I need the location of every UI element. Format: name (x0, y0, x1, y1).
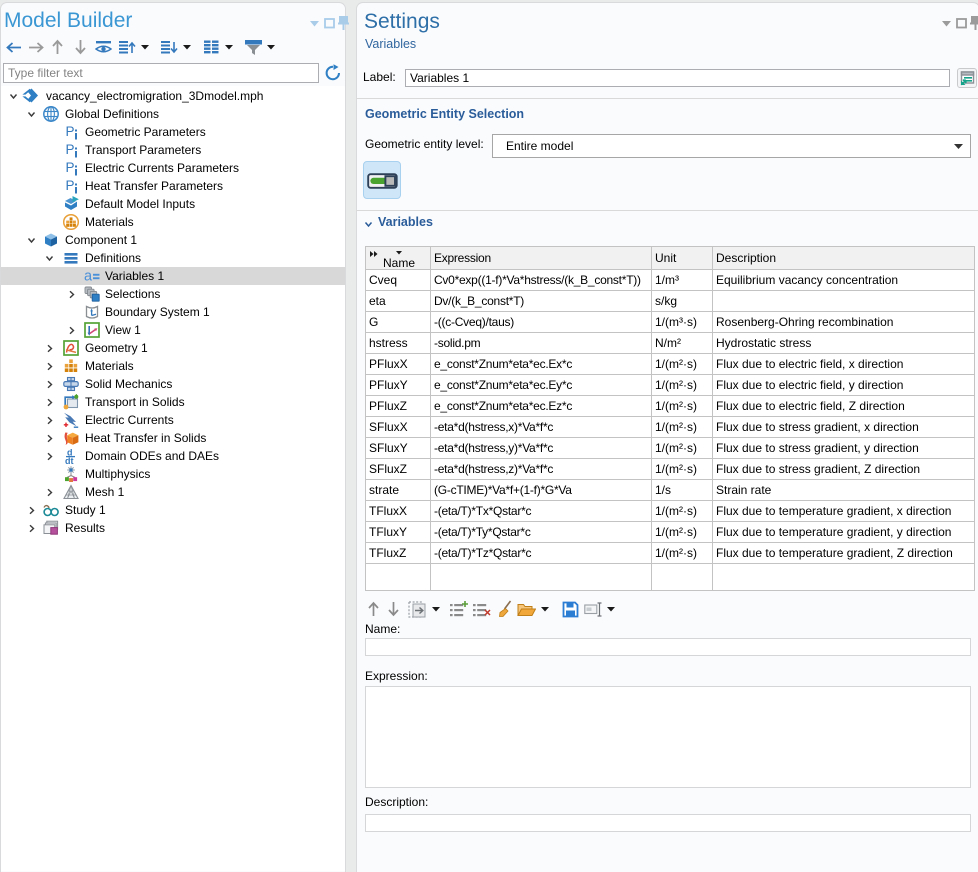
svg-text:dt: dt (65, 456, 74, 464)
svg-text:P: P (66, 160, 75, 175)
svg-text:P: P (66, 142, 75, 157)
svg-text:P: P (66, 178, 75, 193)
svg-text:P: P (66, 124, 75, 139)
svg-text:a: a (84, 269, 93, 285)
